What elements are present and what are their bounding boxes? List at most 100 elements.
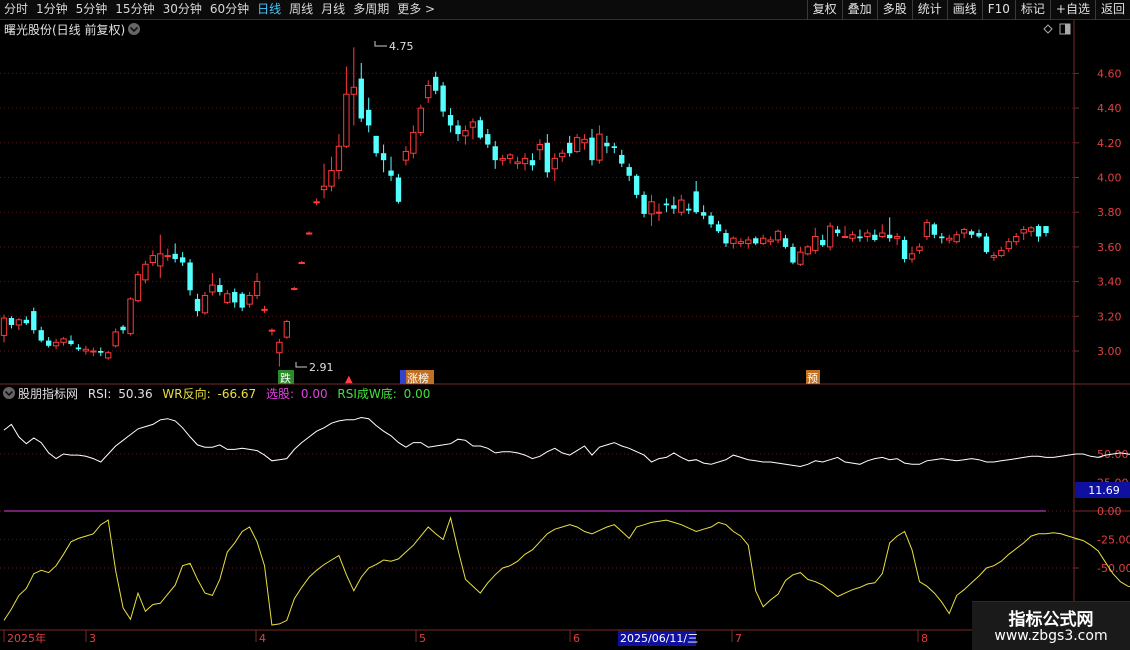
tool-button-2[interactable]: 多股 xyxy=(876,0,912,20)
time-tick-label: 5 xyxy=(419,632,426,645)
stock-title: 曙光股份(日线 前复权) xyxy=(4,22,125,37)
candle xyxy=(923,219,931,240)
period-tab-5[interactable]: 60分钟 xyxy=(207,0,252,20)
tool-button-3[interactable]: 统计 xyxy=(911,0,947,20)
candle xyxy=(700,205,707,220)
tool-button-5[interactable]: F10 xyxy=(981,0,1015,20)
rsiw-label: RSI成W底: xyxy=(337,386,396,401)
candle xyxy=(462,125,469,145)
candle xyxy=(737,238,745,247)
window-restore-icon[interactable] xyxy=(1059,23,1071,35)
candle xyxy=(1043,226,1049,237)
tool-button-6[interactable]: 标记 xyxy=(1014,0,1050,20)
candle xyxy=(217,278,223,296)
candle xyxy=(841,226,849,239)
time-axis: 2025年 3 4 5 6 2025/06/11/三 7 8 xyxy=(3,630,928,646)
indicator-dropdown-icon[interactable] xyxy=(3,387,15,399)
candle xyxy=(90,347,97,357)
time-tick-label: 8 xyxy=(921,632,928,645)
candle xyxy=(589,128,595,166)
price-tick-label: 3.80 xyxy=(1097,206,1122,219)
candle xyxy=(358,62,364,122)
pick-value: 0.00 xyxy=(301,387,328,401)
candle xyxy=(901,236,908,263)
indicator-legend: 股朋指标网 RSI: 50.36 WR反向: -66.67 选股: 0.00 R… xyxy=(18,386,430,401)
wr-label: WR反向: xyxy=(162,386,210,401)
candle xyxy=(23,316,30,325)
candle xyxy=(604,135,610,154)
candle xyxy=(790,243,796,265)
period-tab-9[interactable]: 多周期 xyxy=(350,0,392,20)
candle xyxy=(440,82,446,117)
candle xyxy=(931,222,938,239)
tool-button-4[interactable]: 画线 xyxy=(946,0,982,20)
rsiw-value: 0.00 xyxy=(404,387,431,401)
candle xyxy=(879,224,886,239)
diamond-icon[interactable] xyxy=(1043,24,1053,34)
candle xyxy=(187,259,193,296)
candle xyxy=(678,194,685,216)
period-tab-0[interactable]: 分时 xyxy=(1,0,31,20)
candle xyxy=(521,153,529,171)
period-tab-10[interactable]: 更多 > xyxy=(394,0,438,20)
candle xyxy=(328,156,335,192)
candle xyxy=(529,153,536,171)
candle xyxy=(1013,233,1020,246)
candle xyxy=(194,293,201,317)
candle xyxy=(693,180,699,214)
tool-button-8[interactable]: 返回 xyxy=(1094,0,1130,20)
candle xyxy=(134,271,142,303)
tool-button-7[interactable]: +自选 xyxy=(1049,0,1095,20)
period-tab-7[interactable]: 周线 xyxy=(286,0,316,20)
period-tab-1[interactable]: 1分钟 xyxy=(33,0,71,20)
candle xyxy=(283,319,291,339)
chart-canvas[interactable]: 4.60 4.40 4.20 4.00 3.80 3.60 3.40 3.20 3.00 曙光股… xyxy=(0,20,1130,650)
candle xyxy=(209,272,216,296)
candle xyxy=(320,163,328,199)
candle xyxy=(857,229,863,242)
candle xyxy=(663,198,670,213)
candle xyxy=(753,236,759,246)
candle xyxy=(864,229,871,242)
candle xyxy=(410,125,417,159)
candle xyxy=(335,134,343,180)
period-tab-3[interactable]: 15分钟 xyxy=(112,0,157,20)
candle xyxy=(619,149,625,168)
candle xyxy=(804,245,812,256)
price-tick-label: 3.40 xyxy=(1097,276,1122,289)
candle xyxy=(149,250,157,266)
title-dropdown-icon[interactable] xyxy=(128,23,140,35)
candle xyxy=(826,222,834,251)
candle xyxy=(224,290,231,305)
wr-reverse-line xyxy=(3,515,1130,626)
candle xyxy=(648,194,655,227)
period-tab-6[interactable]: 日线 xyxy=(254,0,284,20)
candle xyxy=(745,236,752,249)
period-tab-4[interactable]: 30分钟 xyxy=(160,0,205,20)
high-price-marker: 4.75 xyxy=(374,40,414,53)
candle xyxy=(968,229,975,239)
price-axis: 4.60 4.40 4.20 4.00 3.80 3.60 3.40 3.20 3.00 xyxy=(1074,67,1122,358)
tool-button-1[interactable]: 叠加 xyxy=(841,0,877,20)
tool-button-0[interactable]: 复权 xyxy=(806,0,842,20)
candle xyxy=(908,246,916,263)
candle xyxy=(31,307,37,334)
candle xyxy=(633,174,640,199)
top-toolbar: 分时 1分钟 5分钟 15分钟 30分钟 60分钟 日线 周线 月线 多周期 更多 > 复权 叠加 多股… xyxy=(0,0,1130,20)
candle xyxy=(75,344,82,351)
candle xyxy=(276,338,283,367)
candle xyxy=(820,234,826,247)
candle xyxy=(723,229,729,247)
time-tick-label: 3 xyxy=(89,632,96,645)
low-price-label: 2.91 xyxy=(309,361,334,374)
wr-value: -66.67 xyxy=(217,387,256,401)
candle xyxy=(983,233,990,254)
stock-chart-window: 分时 1分钟 5分钟 15分钟 30分钟 60分钟 日线 周线 月线 多周期 更多 > 复权 叠加 多股… xyxy=(0,0,1130,650)
indicator-tick-label: 0.00 xyxy=(1097,505,1122,518)
candle xyxy=(946,234,953,244)
marker-forecast: 预 xyxy=(807,372,818,385)
period-tab-8[interactable]: 月线 xyxy=(318,0,348,20)
candle xyxy=(953,231,960,244)
candle xyxy=(514,156,521,169)
period-tab-2[interactable]: 5分钟 xyxy=(73,0,111,20)
